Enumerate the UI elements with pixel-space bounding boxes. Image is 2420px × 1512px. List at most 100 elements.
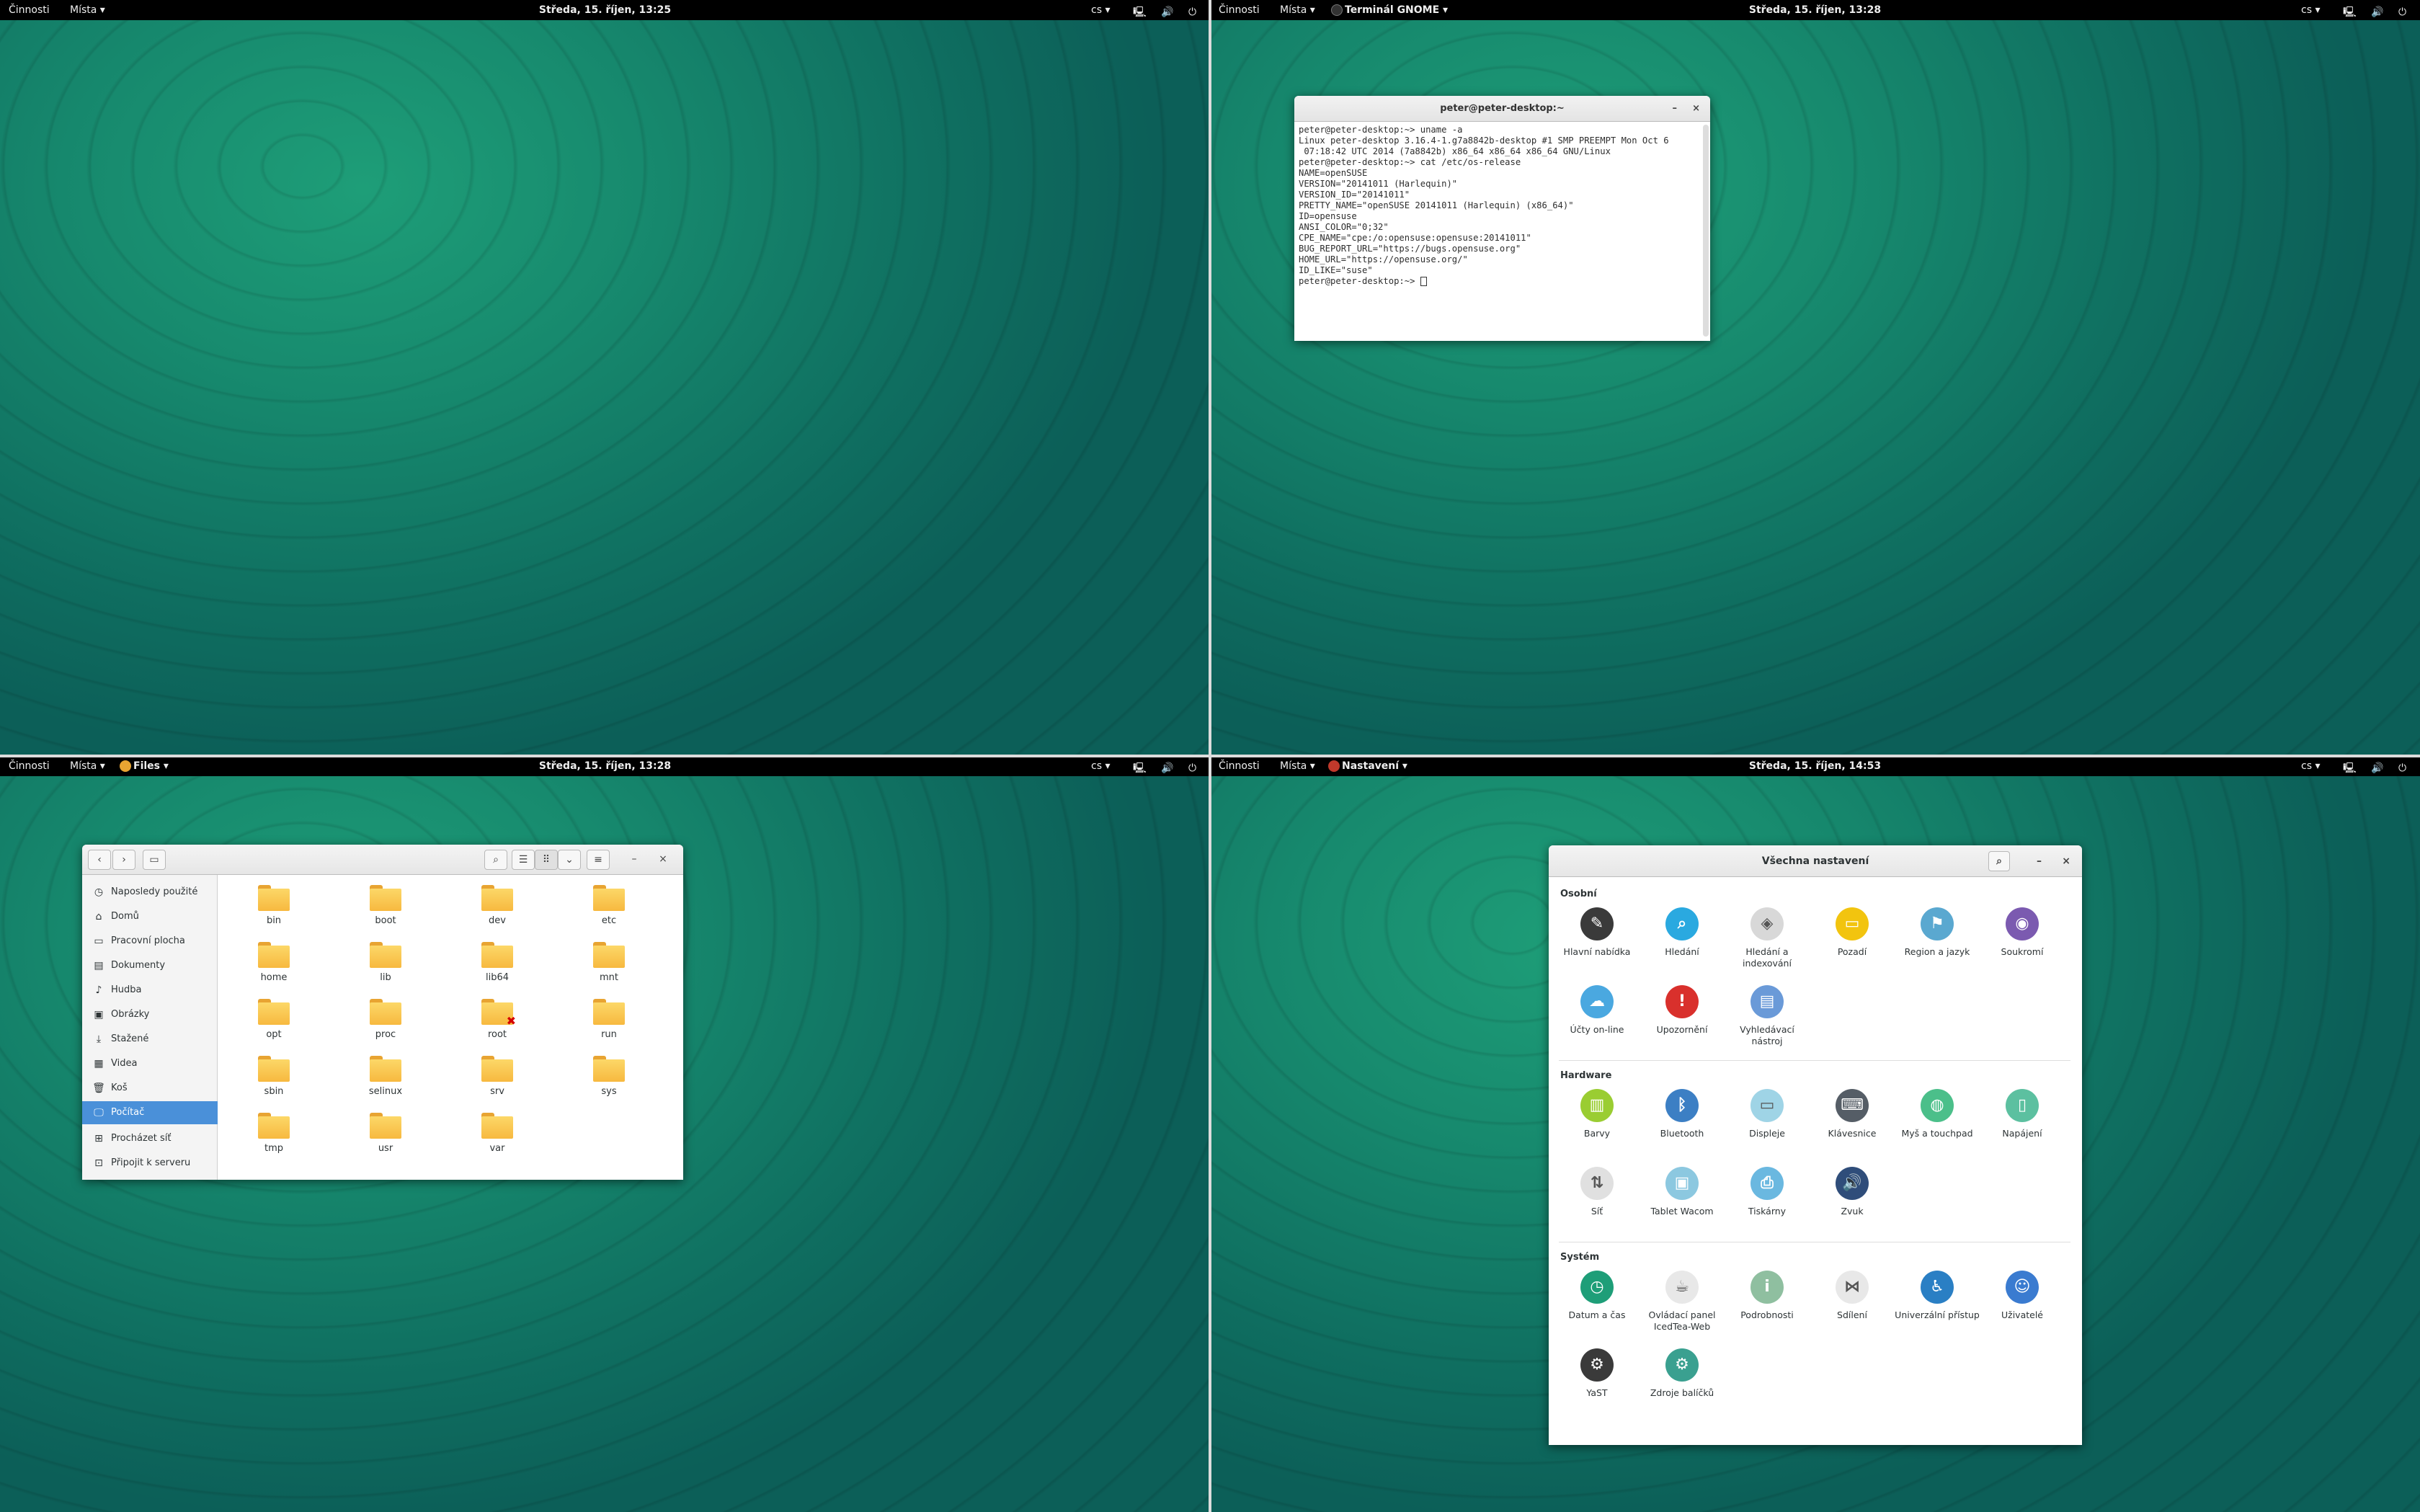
sidebar-icon: ▣: [94, 1009, 104, 1020]
search-button[interactable]: ⌕: [1988, 851, 2010, 871]
settings-panel-item[interactable]: ⚙ Zdroje balíčků: [1640, 1348, 1725, 1399]
settings-panel-icon: ▤: [1751, 985, 1784, 1018]
terminal-titlebar[interactable]: peter@peter-desktop:~ – ×: [1294, 96, 1710, 122]
location-computer-button[interactable]: ▭: [143, 850, 166, 870]
input-language[interactable]: cs ▾: [1091, 760, 1110, 772]
settings-panel-item[interactable]: ◉ Soukromí: [1980, 907, 2065, 958]
settings-panel-item[interactable]: ☁ Účty on-line: [1554, 985, 1640, 1036]
folder-item[interactable]: run: [569, 999, 649, 1040]
top-bar: Činnosti Místa ▾ Nastavení ▾ Středa, 15.…: [1210, 756, 2420, 776]
settings-panel-item[interactable]: ♿ Univerzální přístup: [1895, 1271, 1980, 1321]
sidebar-item-0[interactable]: ◷ Naposledy použité: [82, 881, 218, 904]
terminal-output[interactable]: peter@peter-desktop:~> uname -a Linux pet…: [1294, 122, 1710, 338]
folder-item[interactable]: selinux: [346, 1056, 425, 1097]
input-language[interactable]: cs ▾: [2301, 4, 2320, 16]
system-menu-icons[interactable]: 🖳 🔊 ⏻ ▾: [1133, 4, 1210, 22]
folder-item[interactable]: usr: [346, 1113, 425, 1154]
sidebar-item-6[interactable]: ⤓ Stažené: [82, 1028, 218, 1051]
settings-panel-item[interactable]: ◍ Myš a touchpad: [1895, 1089, 1980, 1139]
settings-window[interactable]: Všechna nastavení ⌕ – × Osobní ✎ Hlavní na…: [1549, 845, 2082, 1445]
settings-panel-icon: ⋈: [1836, 1271, 1869, 1304]
settings-panel-item[interactable]: ✎ Hlavní nabídka: [1554, 907, 1640, 958]
folder-label: selinux: [368, 1086, 403, 1097]
sidebar-item-3[interactable]: ▤ Dokumenty: [82, 954, 218, 977]
close-button[interactable]: ×: [651, 850, 675, 870]
files-headerbar[interactable]: ‹ › ▭ ⌕ ☰ ⠿ ⌄ ≡ – ×: [82, 845, 683, 875]
close-button[interactable]: ×: [2062, 845, 2070, 877]
clock[interactable]: Středa, 15. říjen, 13:28: [0, 760, 1210, 772]
clock[interactable]: Středa, 15. říjen, 13:28: [1210, 4, 2420, 16]
sidebar-item-7[interactable]: ▦ Videa: [82, 1052, 218, 1075]
menu-button[interactable]: ≡: [587, 850, 610, 870]
folder-item[interactable]: mnt: [569, 942, 649, 983]
terminal-window[interactable]: peter@peter-desktop:~ – × peter@peter-de…: [1294, 96, 1710, 341]
folder-item[interactable]: tmp: [234, 1113, 313, 1154]
folder-item[interactable]: proc: [346, 999, 425, 1040]
list-view-button[interactable]: ☰: [512, 850, 535, 870]
settings-panel-item[interactable]: ▣ Tablet Wacom: [1640, 1167, 1725, 1217]
settings-panel-item[interactable]: ▥ Barvy: [1554, 1089, 1640, 1139]
clock[interactable]: Středa, 15. říjen, 14:53: [1210, 760, 2420, 772]
settings-panel-item[interactable]: ! Upozornění: [1640, 985, 1725, 1036]
close-button[interactable]: ×: [1692, 96, 1700, 122]
input-language[interactable]: cs ▾: [1091, 4, 1110, 16]
sidebar-item-10[interactable]: ⊞ Procházet síť: [82, 1127, 218, 1150]
settings-panel-item[interactable]: ⎙ Tiskárny: [1725, 1167, 1810, 1217]
files-window[interactable]: ‹ › ▭ ⌕ ☰ ⠿ ⌄ ≡ – × ◷ Naposledy použité ⌂ D…: [82, 845, 683, 1180]
desktop-4: Činnosti Místa ▾ Nastavení ▾ Středa, 15.…: [1210, 756, 2420, 1512]
system-menu-icons[interactable]: 🖳 🔊 ⏻ ▾: [1133, 760, 1210, 778]
sidebar-item-2[interactable]: ▭ Pracovní plocha: [82, 930, 218, 953]
folder-item[interactable]: home: [234, 942, 313, 983]
settings-panel-item[interactable]: ◷ Datum a čas: [1554, 1271, 1640, 1321]
folder-item[interactable]: lib64: [458, 942, 537, 983]
folder-item[interactable]: bin: [234, 885, 313, 926]
system-menu-icons[interactable]: 🖳 🔊 ⏻ ▾: [2343, 760, 2420, 778]
settings-panel-item[interactable]: ☺ Uživatelé: [1980, 1271, 2065, 1321]
sidebar-item-5[interactable]: ▣ Obrázky: [82, 1003, 218, 1026]
grid-view-button[interactable]: ⠿: [535, 850, 558, 870]
settings-panel-item[interactable]: ◈ Hledání a indexování: [1725, 907, 1810, 969]
folder-item[interactable]: var: [458, 1113, 537, 1154]
folder-item[interactable]: opt: [234, 999, 313, 1040]
system-menu-icons[interactable]: 🖳 🔊 ⏻ ▾: [2343, 4, 2420, 22]
folder-item[interactable]: sbin: [234, 1056, 313, 1097]
settings-panel-item[interactable]: ⇅ Síť: [1554, 1167, 1640, 1217]
settings-panel-item[interactable]: ▭ Pozadí: [1810, 907, 1895, 958]
folder-item[interactable]: lib: [346, 942, 425, 983]
folder-item[interactable]: sys: [569, 1056, 649, 1097]
settings-panel-item[interactable]: ▭ Displeje: [1725, 1089, 1810, 1139]
settings-panel-item[interactable]: ☕ Ovládací panel IcedTea-Web: [1640, 1271, 1725, 1333]
settings-panel-item[interactable]: ᛒ Bluetooth: [1640, 1089, 1725, 1139]
forward-button[interactable]: ›: [112, 850, 135, 870]
folder-item[interactable]: ✖ root: [458, 999, 537, 1040]
settings-panel-item[interactable]: ▤ Vyhledávací nástroj: [1725, 985, 1810, 1047]
settings-panel-item[interactable]: ▯ Napájení: [1980, 1089, 2065, 1139]
settings-panel-item[interactable]: 🔊 Zvuk: [1810, 1167, 1895, 1217]
settings-panel-item[interactable]: ⚑ Region a jazyk: [1895, 907, 1980, 958]
settings-panel-item[interactable]: ⋈ Sdílení: [1810, 1271, 1895, 1321]
settings-panel-item[interactable]: ⚙ YaST: [1554, 1348, 1640, 1399]
settings-panel-item[interactable]: i Podrobnosti: [1725, 1271, 1810, 1321]
view-options-button[interactable]: ⌄: [558, 850, 581, 870]
clock[interactable]: Středa, 15. říjen, 13:25: [0, 4, 1210, 16]
minimize-button[interactable]: –: [2037, 845, 2042, 877]
folder-item[interactable]: etc: [569, 885, 649, 926]
minimize-button[interactable]: –: [623, 850, 646, 870]
sidebar-item-4[interactable]: ♪ Hudba: [82, 979, 218, 1002]
back-button[interactable]: ‹: [88, 850, 111, 870]
settings-headerbar[interactable]: Všechna nastavení ⌕ – ×: [1549, 845, 2082, 877]
minimize-button[interactable]: –: [1673, 96, 1678, 122]
terminal-line: Linux peter-desktop 3.16.4-1.g7a8842b-de…: [1299, 135, 1669, 146]
sidebar-item-11[interactable]: ⊡ Připojit k serveru: [82, 1152, 218, 1175]
sidebar-item-8[interactable]: 🗑 Koš: [82, 1077, 218, 1100]
settings-panel-item[interactable]: ⌕ Hledání: [1640, 907, 1725, 958]
search-button[interactable]: ⌕: [484, 850, 507, 870]
settings-panel-item[interactable]: ⌨ Klávesnice: [1810, 1089, 1895, 1139]
folder-item[interactable]: boot: [346, 885, 425, 926]
sidebar-item-9[interactable]: 🖵 Počítač: [82, 1101, 218, 1124]
input-language[interactable]: cs ▾: [2301, 760, 2320, 772]
folder-item[interactable]: dev: [458, 885, 537, 926]
terminal-scrollbar[interactable]: [1703, 125, 1709, 337]
folder-item[interactable]: srv: [458, 1056, 537, 1097]
sidebar-item-1[interactable]: ⌂ Domů: [82, 905, 218, 928]
